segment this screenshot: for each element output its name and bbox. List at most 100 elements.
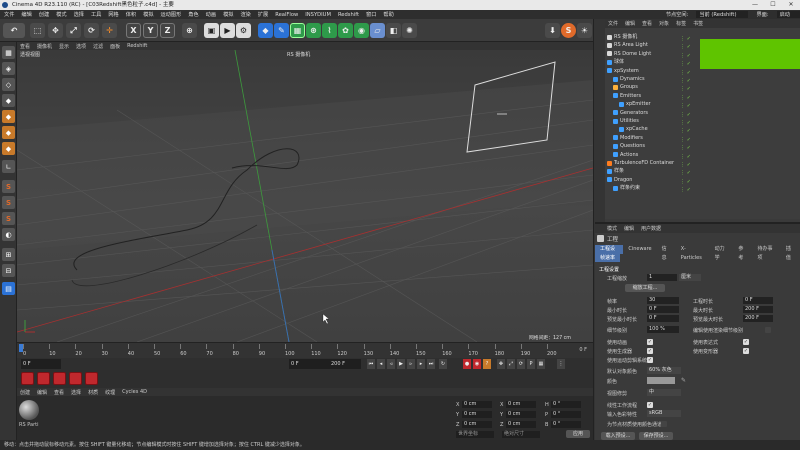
- menu-window[interactable]: 窗口: [366, 11, 376, 18]
- input-color-select[interactable]: sRGB: [647, 410, 681, 417]
- object-row[interactable]: Dynamics ⋮ ✓: [605, 75, 800, 84]
- project-scale-unit-select[interactable]: 厘米: [679, 274, 701, 281]
- mat-menu-edit[interactable]: 编辑: [37, 389, 47, 396]
- max-time-field[interactable]: 200 F: [743, 306, 773, 313]
- eyedropper-icon[interactable]: ✎: [681, 377, 686, 384]
- pen-icon[interactable]: ✎: [274, 23, 289, 38]
- subdivision-icon[interactable]: ▦: [290, 23, 305, 38]
- menu-render[interactable]: 渲染: [240, 11, 250, 18]
- render-picture-viewer-icon[interactable]: ▶: [220, 23, 235, 38]
- locked-workplane-icon[interactable]: ⊞: [2, 248, 15, 261]
- lod-field[interactable]: 100 %: [647, 326, 679, 333]
- record-icon[interactable]: ●: [463, 359, 471, 369]
- coord-y-field[interactable]: 0 cm: [462, 411, 492, 418]
- menu-tools[interactable]: 工具: [91, 11, 101, 18]
- load-preset-button[interactable]: 载入预设...: [601, 432, 635, 440]
- om-menu-tags[interactable]: 标签: [676, 20, 686, 27]
- camera-icon[interactable]: ◧: [386, 23, 401, 38]
- preview-max-field[interactable]: 200 F: [743, 315, 773, 322]
- use-generators-checkbox[interactable]: ✓: [647, 348, 653, 354]
- texture-mode-icon[interactable]: ◇: [2, 78, 15, 91]
- edges-mode-icon[interactable]: ◆: [2, 126, 15, 139]
- move-icon[interactable]: ✥: [48, 23, 63, 38]
- size-y-field[interactable]: 0 cm: [506, 411, 536, 418]
- object-row[interactable]: TurbulenceFD Container ⋮ ✓: [605, 159, 800, 168]
- tab-reference[interactable]: 参考: [733, 245, 752, 261]
- current-frame-field[interactable]: 0 F: [21, 359, 61, 369]
- object-row[interactable]: Utilities ⋮ ✓: [605, 117, 800, 126]
- project-scale-field[interactable]: 1: [647, 274, 677, 281]
- om-menu-object[interactable]: 对象: [659, 20, 669, 27]
- min-time-field[interactable]: 0 F: [647, 306, 679, 313]
- object-row[interactable]: xpEmitter ⋮ ✓: [605, 100, 800, 109]
- menu-realflow[interactable]: RealFlow: [275, 12, 298, 18]
- fps-field[interactable]: 30: [647, 297, 679, 304]
- vp-menu-cameras[interactable]: 摄像机: [37, 43, 52, 50]
- menu-simulate[interactable]: 模拟: [143, 11, 153, 18]
- size-x-field[interactable]: 0 cm: [506, 401, 536, 408]
- key-param-icon[interactable]: P: [527, 359, 535, 369]
- material-swatch[interactable]: [19, 400, 39, 420]
- menu-create[interactable]: 创建: [39, 11, 49, 18]
- menu-help[interactable]: 帮助: [383, 11, 393, 18]
- menu-character[interactable]: 角色: [188, 11, 198, 18]
- coordinate-system-icon[interactable]: ⊕: [182, 23, 197, 38]
- timeline-ruler[interactable]: 0 10 20 30 40 50 60 70 80 90 100 110 120 130 140 150 160…: [17, 342, 593, 358]
- goto-start-icon[interactable]: ⏮: [367, 359, 375, 369]
- rot-b-field[interactable]: 0 °: [551, 421, 581, 428]
- planar-workplane-icon[interactable]: ⊟: [2, 264, 15, 277]
- axis-mode-icon[interactable]: ∟: [2, 160, 15, 173]
- size-z-field[interactable]: 0 cm: [506, 421, 536, 428]
- object-row[interactable]: 样条约束 ⋮ ✓: [605, 184, 800, 194]
- linear-workflow-checkbox[interactable]: ✓: [647, 402, 653, 408]
- solo-icon[interactable]: ◐: [2, 228, 15, 241]
- coord-x-field[interactable]: 0 cm: [462, 401, 492, 408]
- scale-icon[interactable]: ⤢: [66, 23, 81, 38]
- use-deformers-checkbox[interactable]: ✓: [743, 348, 749, 354]
- cube-icon[interactable]: ◆: [258, 23, 273, 38]
- redshift-s3-icon[interactable]: S: [2, 212, 15, 225]
- vp-menu-view[interactable]: 查看: [20, 43, 30, 50]
- tab-project-settings[interactable]: 工程设置: [595, 245, 624, 261]
- tab-xparticles[interactable]: X-Particles: [676, 245, 710, 261]
- menu-simulate2[interactable]: 模拟: [223, 11, 233, 18]
- field-icon[interactable]: ◉: [354, 23, 369, 38]
- object-row[interactable]: Emitters ⋮ ✓: [605, 92, 800, 101]
- timeline-dots-icon[interactable]: ⋮: [557, 359, 565, 369]
- tab-info[interactable]: 信息: [657, 245, 676, 261]
- use-expressions-checkbox[interactable]: ✓: [743, 339, 749, 345]
- prev-key-icon[interactable]: ◂: [377, 359, 385, 369]
- points-mode-icon[interactable]: ◆: [2, 110, 15, 123]
- om-menu-bookmarks[interactable]: 书签: [693, 20, 703, 27]
- save-preset-button[interactable]: 保存预设...: [639, 432, 673, 440]
- redshift-s2-icon[interactable]: S: [2, 196, 15, 209]
- om-menu-view[interactable]: 查看: [642, 20, 652, 27]
- floor-icon[interactable]: ▱: [370, 23, 385, 38]
- cloner-icon[interactable]: ⊛: [306, 23, 321, 38]
- z-axis-button[interactable]: Z: [160, 23, 175, 38]
- key-tool-3-icon[interactable]: [53, 372, 66, 385]
- redshift-s-icon[interactable]: S: [561, 23, 576, 38]
- menu-select[interactable]: 选择: [74, 11, 84, 18]
- light-icon[interactable]: ✺: [402, 23, 417, 38]
- rot-p-field[interactable]: 0 °: [551, 411, 581, 418]
- object-row[interactable]: Questions ⋮ ✓: [605, 142, 800, 151]
- use-animation-checkbox[interactable]: ✓: [647, 339, 653, 345]
- visibility-check-icon[interactable]: ⋮ ✓: [680, 186, 691, 194]
- prev-frame-icon[interactable]: ◃: [387, 359, 395, 369]
- render-lod-checkbox[interactable]: [765, 327, 771, 333]
- menu-file[interactable]: 文件: [4, 11, 14, 18]
- menu-animate[interactable]: 动画: [206, 11, 216, 18]
- view-clip-select[interactable]: 中: [647, 389, 681, 396]
- snap-s-icon[interactable]: S: [2, 180, 15, 193]
- vp-menu-options[interactable]: 选项: [76, 43, 86, 50]
- x-axis-button[interactable]: X: [126, 23, 141, 38]
- mat-menu-cycles[interactable]: Cycles 4D: [122, 389, 147, 395]
- key-rotation-icon[interactable]: ⟳: [517, 359, 525, 369]
- key-tool-2-icon[interactable]: [37, 372, 50, 385]
- key-position-icon[interactable]: ✥: [497, 359, 505, 369]
- menu-mesh[interactable]: 网格: [108, 11, 118, 18]
- layout-select[interactable]: 启动: [776, 11, 800, 18]
- rotate-icon[interactable]: ⟳: [84, 23, 99, 38]
- object-row[interactable]: Actions ⋮ ✓: [605, 151, 800, 160]
